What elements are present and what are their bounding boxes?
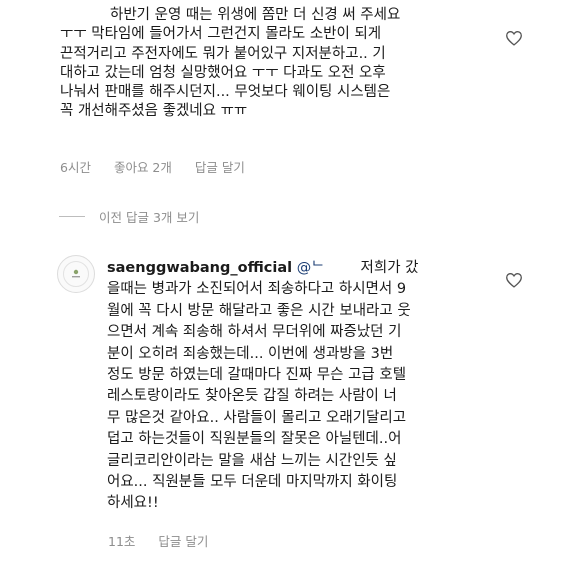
comment-line: 나눠서 판매를 해주시던지... 무엇보다 웨이팅 시스템은: [60, 84, 391, 101]
reply-line: 하세요!!: [107, 495, 159, 512]
reply-time: 11초: [108, 534, 136, 549]
reply-line: 덥고 하는것들이 직원분들의 잘못은 아닐텐데..어: [107, 431, 402, 448]
reply-line: 무 많은것 같아요.. 사람들이 몰리고 오래기달리고: [107, 409, 407, 426]
view-replies-label: 이전 답글 3개 보기: [99, 209, 200, 225]
reply-username[interactable]: saenggwabang_official: [107, 260, 292, 276]
comment-text: 하반기 운영 때는 위생에 쫌만 더 신경 써 주세요 ㅜㅜ 막타임에 들어가서…: [60, 6, 480, 122]
reply-line: 월에 꼭 다시 방문 해달라고 좋은 시간 보내라고 웃: [107, 302, 411, 319]
comment-line: 대하고 갔는데 엄청 실망했어요 ㅜㅜ 다과도 오전 오후: [60, 64, 386, 81]
reply-button[interactable]: 답글 달기: [158, 534, 208, 549]
comment-likes[interactable]: 좋아요 2개: [114, 160, 172, 175]
comment-meta: 6시간 좋아요 2개 답글 달기: [60, 157, 268, 176]
like-heart-icon[interactable]: [505, 30, 523, 46]
brand-logo-icon: [63, 261, 89, 287]
reply-meta: 11초 답글 달기: [108, 531, 231, 550]
reply-line: 분이 오히려 죄송했는데... 이번에 생과방을 3번: [107, 345, 394, 362]
reply-first-line: saenggwabang_official @ᄂ 저희가 갔: [107, 258, 487, 279]
reply-line: 정도 방문 하였는데 갈때마다 진짜 무슨 고급 호텔: [107, 367, 407, 384]
view-replies-button[interactable]: 이전 답글 3개 보기: [59, 206, 199, 226]
replies-divider: [59, 215, 85, 217]
reply-button[interactable]: 답글 달기: [195, 160, 245, 175]
comment-line: 꼭 개선해주셨음 좋겠네요 ㅠㅠ: [60, 103, 248, 120]
reply-line: 으면서 계속 죄송해 하셔서 무더위에 짜증났던 기: [107, 324, 402, 341]
reply-line: 을때는 병과가 소진되어서 죄송하다고 하시면서 9: [107, 281, 407, 298]
reply-text: saenggwabang_official @ᄂ 저희가 갔 을때는 병과가 소진…: [107, 258, 487, 515]
avatar[interactable]: [57, 255, 95, 293]
comment-line: 하반기 운영 때는 위생에 쫌만 더 신경 써 주세요: [110, 7, 401, 23]
comment-time: 6시간: [60, 160, 91, 175]
reply-mention[interactable]: @ᄂ: [297, 260, 325, 276]
reply-line: 레스토랑이라도 찾아온듯 갑질 하려는 사람이 너: [107, 388, 397, 405]
reply-line: 글리코리안이라는 말을 새삼 느끼는 시간인듯 싶: [107, 452, 397, 469]
reply-line: 어요... 직원분들 모두 더운데 마지막까지 화이팅: [107, 474, 398, 491]
comment-line: 끈적거리고 주전자에도 뭐가 붙어있구 지저분하고.. 기: [60, 45, 386, 62]
reply-line: 저희가 갔: [360, 260, 419, 276]
comment-line: ㅜㅜ 막타임에 들어가서 그런건지 몰라도 소반이 되게: [60, 26, 382, 43]
like-heart-icon[interactable]: [505, 272, 523, 288]
